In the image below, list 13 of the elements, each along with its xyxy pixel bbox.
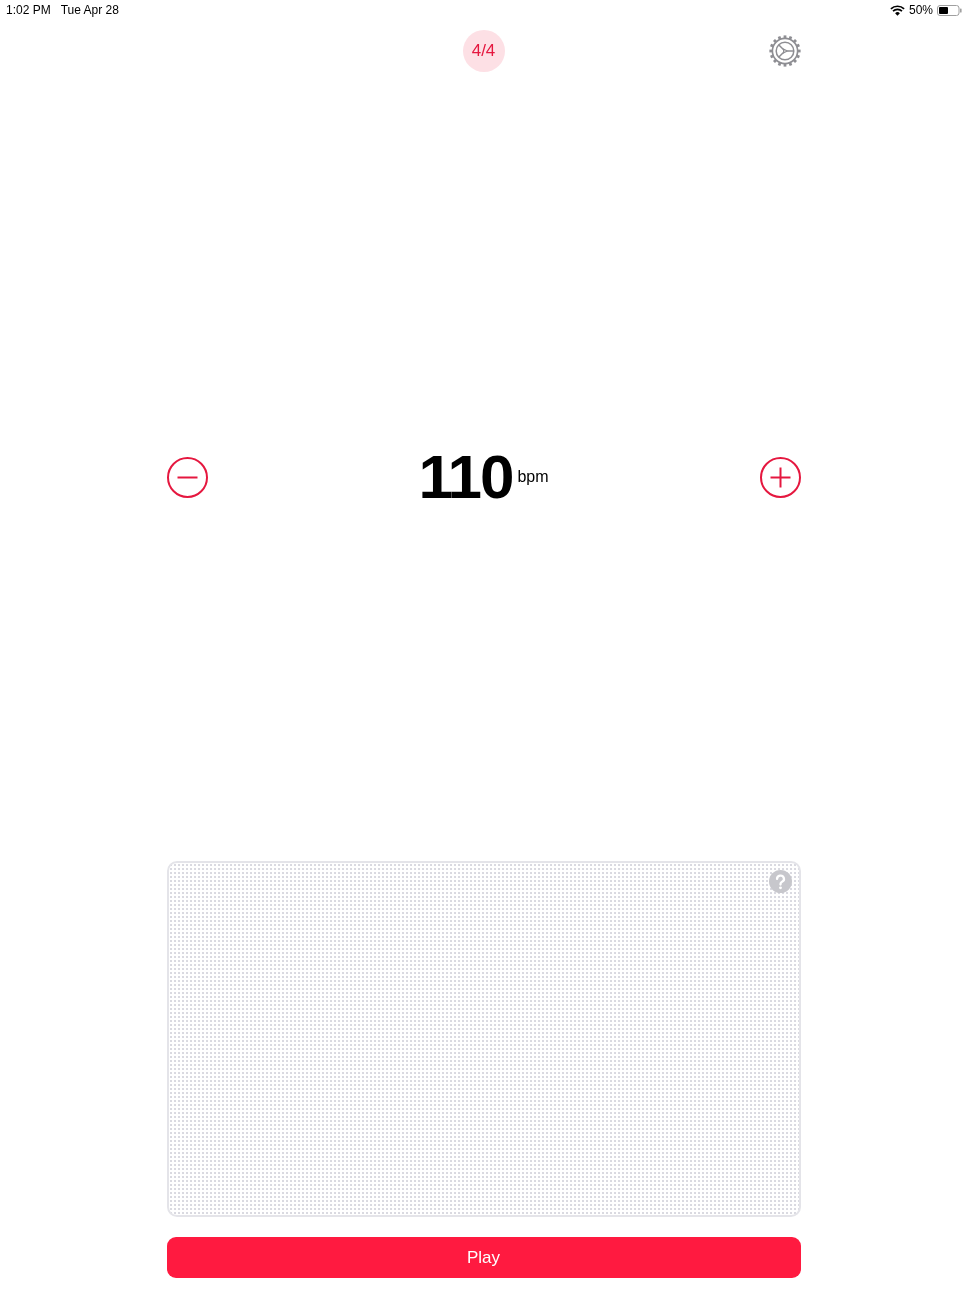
battery-icon	[937, 4, 962, 16]
status-time: 1:02 PM	[6, 3, 51, 17]
help-icon[interactable]	[768, 870, 792, 893]
wifi-icon	[889, 4, 905, 16]
minus-icon[interactable]	[166, 456, 208, 498]
settings-icon[interactable]	[768, 35, 801, 67]
tempo-unit: bpm	[517, 468, 549, 486]
plus-icon[interactable]	[759, 456, 801, 498]
time-signature-button[interactable]: 4/4	[462, 30, 505, 72]
battery-percentage: 50%	[908, 3, 933, 17]
status-date: Tue Apr 28	[60, 3, 119, 17]
tempo-value: 110	[418, 446, 513, 508]
play-button[interactable]: Play	[166, 1237, 801, 1278]
